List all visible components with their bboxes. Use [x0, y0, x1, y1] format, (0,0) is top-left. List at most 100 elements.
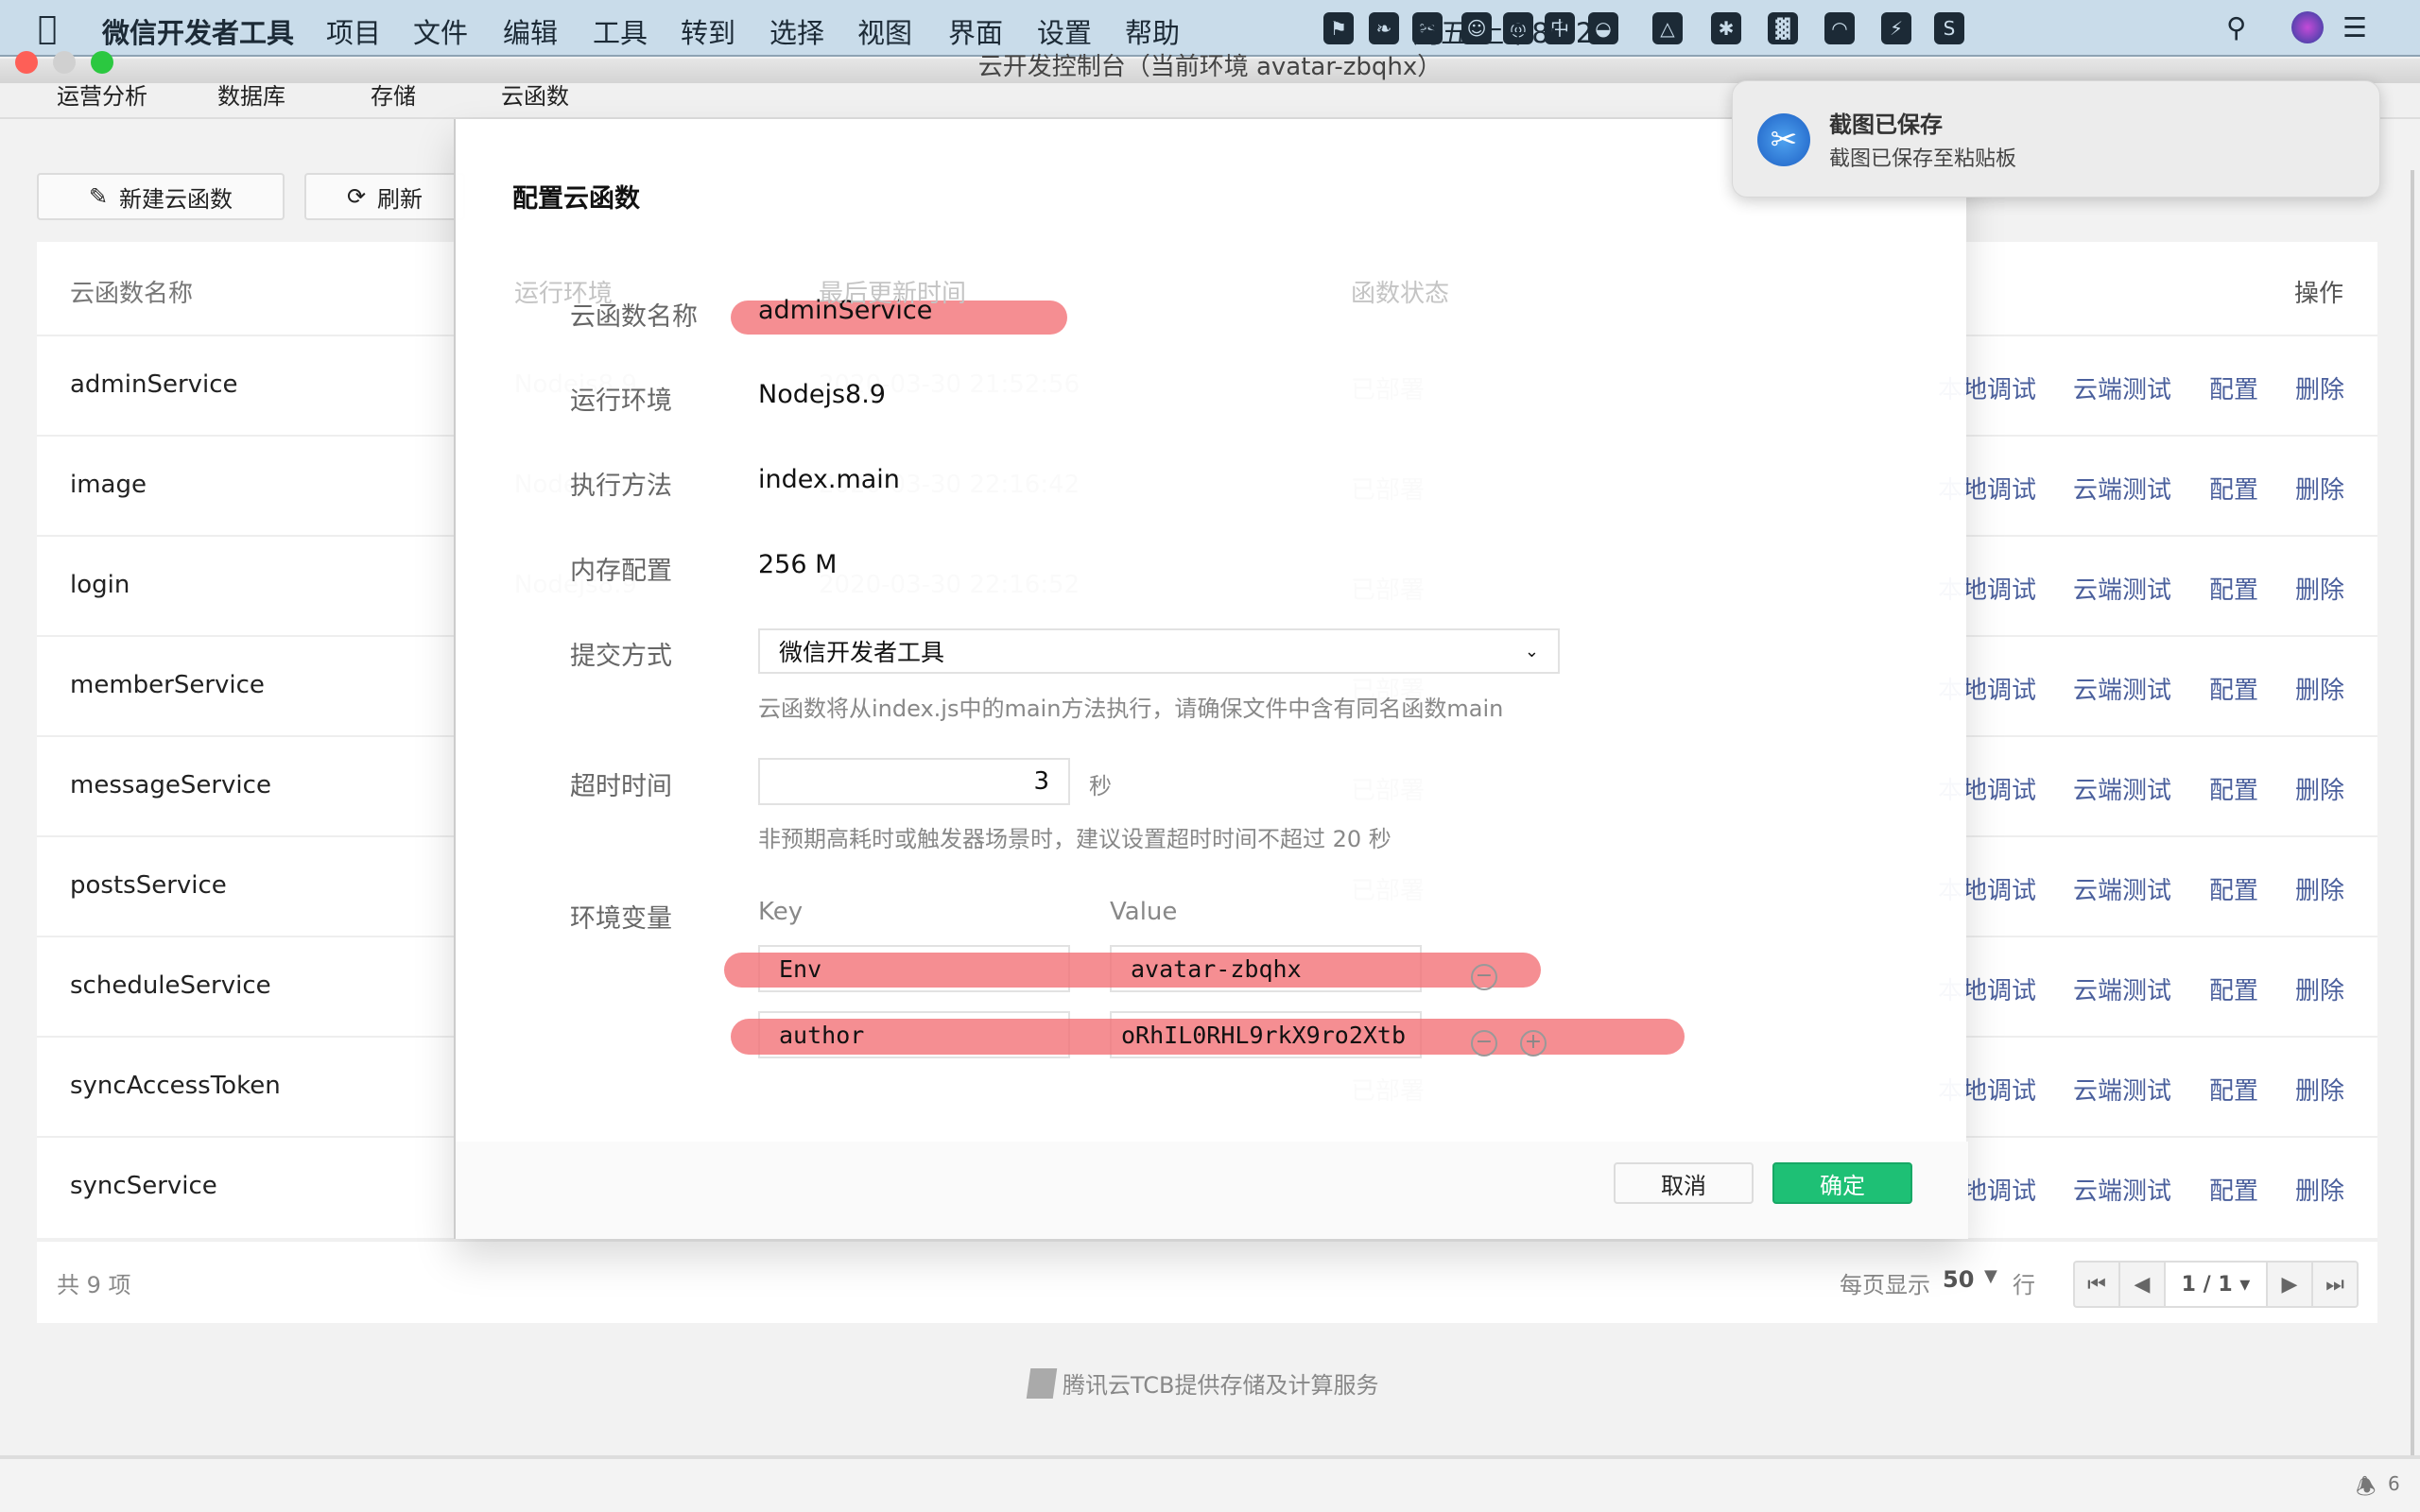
header-runtime: 运行环境 [514, 280, 614, 308]
airplay-icon[interactable]: △ [1652, 12, 1683, 44]
per-page-select[interactable]: 50 [1943, 1266, 1974, 1293]
cloud-test-link[interactable]: 云端测试 [2073, 471, 2171, 506]
remove-env-icon[interactable]: − [1471, 1030, 1497, 1057]
configure-link[interactable]: 配置 [2209, 1172, 2258, 1207]
page-indicator: 1 / 1 [2181, 1272, 2233, 1297]
function-name[interactable]: scheduleService [70, 971, 271, 1000]
apple-icon[interactable]:  [38, 9, 57, 47]
menu-8[interactable]: 设置 [1037, 11, 1092, 51]
function-name[interactable]: syncService [70, 1172, 217, 1200]
cloud-test-link[interactable]: 云端测试 [2073, 571, 2171, 606]
delete-link[interactable]: 删除 [2295, 971, 2344, 1006]
notification-center-icon[interactable]: ☰ [2342, 11, 2367, 43]
wifi-icon[interactable]: ◠ [1824, 12, 1855, 44]
delete-link[interactable]: 删除 [2295, 1072, 2344, 1107]
tencent-cloud-logo-icon [1026, 1367, 1058, 1399]
refresh-button[interactable]: ⟳ 刷新 [304, 173, 465, 220]
menu-app-name[interactable]: 微信开发者工具 [102, 11, 294, 51]
configure-link[interactable]: 配置 [2209, 671, 2258, 706]
timeout-input[interactable]: 3 [758, 758, 1070, 805]
delete-link[interactable]: 删除 [2295, 871, 2344, 906]
cloud-test-link[interactable]: 云端测试 [2073, 771, 2171, 806]
env-value-value: avatar-zbqhx [1131, 954, 1302, 983]
header-status: 函数状态 [1351, 280, 1450, 308]
configure-link[interactable]: 配置 [2209, 871, 2258, 906]
function-name[interactable]: postsService [70, 871, 227, 900]
bell-icon[interactable]: 🕭 [2356, 1470, 2376, 1509]
env-key-value: author [779, 1021, 865, 1049]
spotlight-icon[interactable]: ⚲ [2226, 11, 2246, 43]
tab-cloud-functions[interactable]: 云函数 [501, 83, 569, 111]
delete-link[interactable]: 删除 [2295, 1172, 2344, 1207]
delete-link[interactable]: 删除 [2295, 370, 2344, 405]
tab-analytics[interactable]: 运营分析 [57, 83, 147, 111]
scrollbar[interactable] [2411, 170, 2414, 1455]
prev-page-icon[interactable]: ◀ [2120, 1263, 2166, 1306]
page-select[interactable]: 1 / 1 ▾ [2166, 1263, 2268, 1306]
menu-0[interactable]: 项目 [326, 11, 381, 51]
submit-method-select[interactable]: 微信开发者工具 ⌄ [758, 628, 1560, 674]
function-name[interactable]: login [70, 571, 130, 599]
delete-link[interactable]: 删除 [2295, 771, 2344, 806]
remove-env-icon[interactable]: − [1471, 964, 1497, 990]
configure-link[interactable]: 配置 [2209, 1072, 2258, 1107]
configure-link[interactable]: 配置 [2209, 571, 2258, 606]
header-updated: 最后更新时间 [819, 280, 967, 308]
new-function-button[interactable]: ✎ 新建云函数 [37, 173, 285, 220]
credit: 腾讯云TCB提供存储及计算服务 [1026, 1366, 1378, 1400]
configure-link[interactable]: 配置 [2209, 370, 2258, 405]
cloud-test-link[interactable]: 云端测试 [2073, 871, 2171, 906]
configure-link[interactable]: 配置 [2209, 771, 2258, 806]
function-name[interactable]: messageService [70, 771, 271, 799]
menu-3[interactable]: 工具 [593, 11, 648, 51]
function-name[interactable]: memberService [70, 671, 265, 699]
first-page-icon[interactable]: ⏮ [2075, 1263, 2120, 1306]
chevron-down-icon: ⌄ [1524, 641, 1539, 662]
menu-4[interactable]: 转到 [681, 11, 735, 51]
per-page-unit: 行 [2013, 1272, 2035, 1298]
caret-down-icon[interactable]: ▼ [1984, 1266, 1997, 1286]
bookmark-icon[interactable]: ⚑ [1323, 12, 1354, 44]
s-app-icon[interactable]: S [1934, 12, 1964, 44]
cloud-test-link[interactable]: 云端测试 [2073, 370, 2171, 405]
menu-6[interactable]: 视图 [857, 11, 912, 51]
handler-value: index.main [758, 465, 900, 494]
cancel-button[interactable]: 取消 [1614, 1162, 1754, 1204]
configure-link[interactable]: 配置 [2209, 971, 2258, 1006]
menu-7[interactable]: 界面 [948, 11, 1003, 51]
tab-database[interactable]: 数据库 [217, 83, 285, 111]
timeout-value: 3 [1033, 767, 1049, 796]
siri-icon[interactable] [2291, 11, 2324, 43]
menu-9[interactable]: 帮助 [1125, 11, 1180, 51]
evernote-icon[interactable]: ❧ [1369, 12, 1399, 44]
function-name[interactable]: image [70, 471, 147, 499]
function-name[interactable]: syncAccessToken [70, 1072, 281, 1100]
cloud-test-link[interactable]: 云端测试 [2073, 671, 2171, 706]
refresh-label: 刷新 [377, 185, 424, 213]
menu-5[interactable]: 选择 [769, 11, 824, 51]
cloud-test-link[interactable]: 云端测试 [2073, 1072, 2171, 1107]
bluetooth-icon[interactable]: ✱ [1711, 12, 1741, 44]
delete-link[interactable]: 删除 [2295, 471, 2344, 506]
screenshot-notification[interactable]: ✂ 截图已保存 截图已保存至粘贴板 [1732, 80, 2380, 198]
refresh-icon: ⟳ [346, 183, 367, 210]
next-page-icon[interactable]: ▶ [2268, 1263, 2313, 1306]
delete-link[interactable]: 删除 [2295, 671, 2344, 706]
function-name[interactable]: adminService [70, 370, 238, 399]
timeout-label: 超时时间 [570, 772, 672, 801]
battery-icon[interactable]: ▓ [1768, 12, 1798, 44]
configure-link[interactable]: 配置 [2209, 471, 2258, 506]
confirm-button[interactable]: 确定 [1772, 1162, 1912, 1204]
pagination: ⏮ ◀ 1 / 1 ▾ ▶ ⏭ [2073, 1261, 2359, 1308]
menu-2[interactable]: 编辑 [503, 11, 558, 51]
charging-icon[interactable]: ⚡ [1881, 12, 1911, 44]
cloud-test-link[interactable]: 云端测试 [2073, 971, 2171, 1006]
edit-icon: ✎ [88, 183, 109, 210]
delete-link[interactable]: 删除 [2295, 571, 2344, 606]
clock[interactable]: 周五 上午8:22 [1413, 11, 1593, 51]
cloud-test-link[interactable]: 云端测试 [2073, 1172, 2171, 1207]
add-env-icon[interactable]: + [1520, 1030, 1547, 1057]
tab-storage[interactable]: 存储 [371, 83, 416, 111]
last-page-icon[interactable]: ⏭ [2313, 1263, 2357, 1306]
menu-1[interactable]: 文件 [413, 11, 468, 51]
